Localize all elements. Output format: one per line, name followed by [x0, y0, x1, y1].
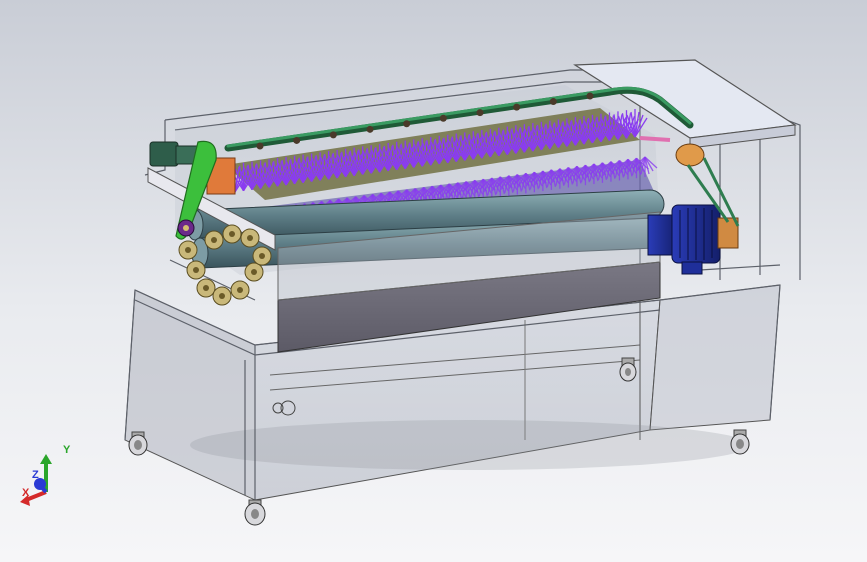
z-axis-label: Z	[32, 469, 39, 481]
floor-shadow	[190, 420, 750, 470]
x-axis-label: X	[22, 487, 30, 499]
machine-model[interactable]	[0, 0, 867, 562]
y-axis-label: Y	[63, 444, 71, 456]
cad-3d-viewport[interactable]	[0, 0, 867, 562]
orientation-triad[interactable]: Y X Z	[16, 440, 86, 510]
